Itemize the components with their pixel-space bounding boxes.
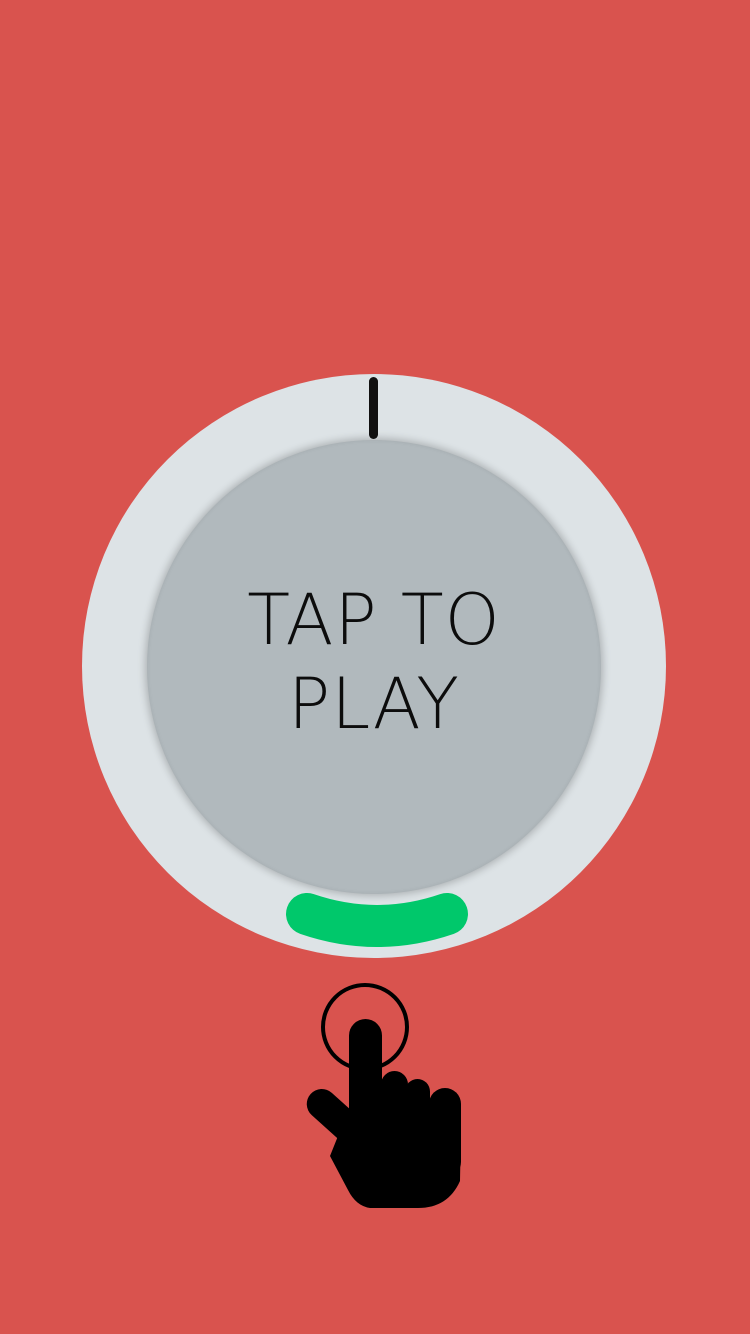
game-screen[interactable]: TAP TO PLAY (0, 0, 750, 1334)
needle-indicator (369, 377, 378, 439)
tap-to-play-button[interactable] (147, 440, 601, 894)
tap-hand-icon (306, 983, 461, 1208)
